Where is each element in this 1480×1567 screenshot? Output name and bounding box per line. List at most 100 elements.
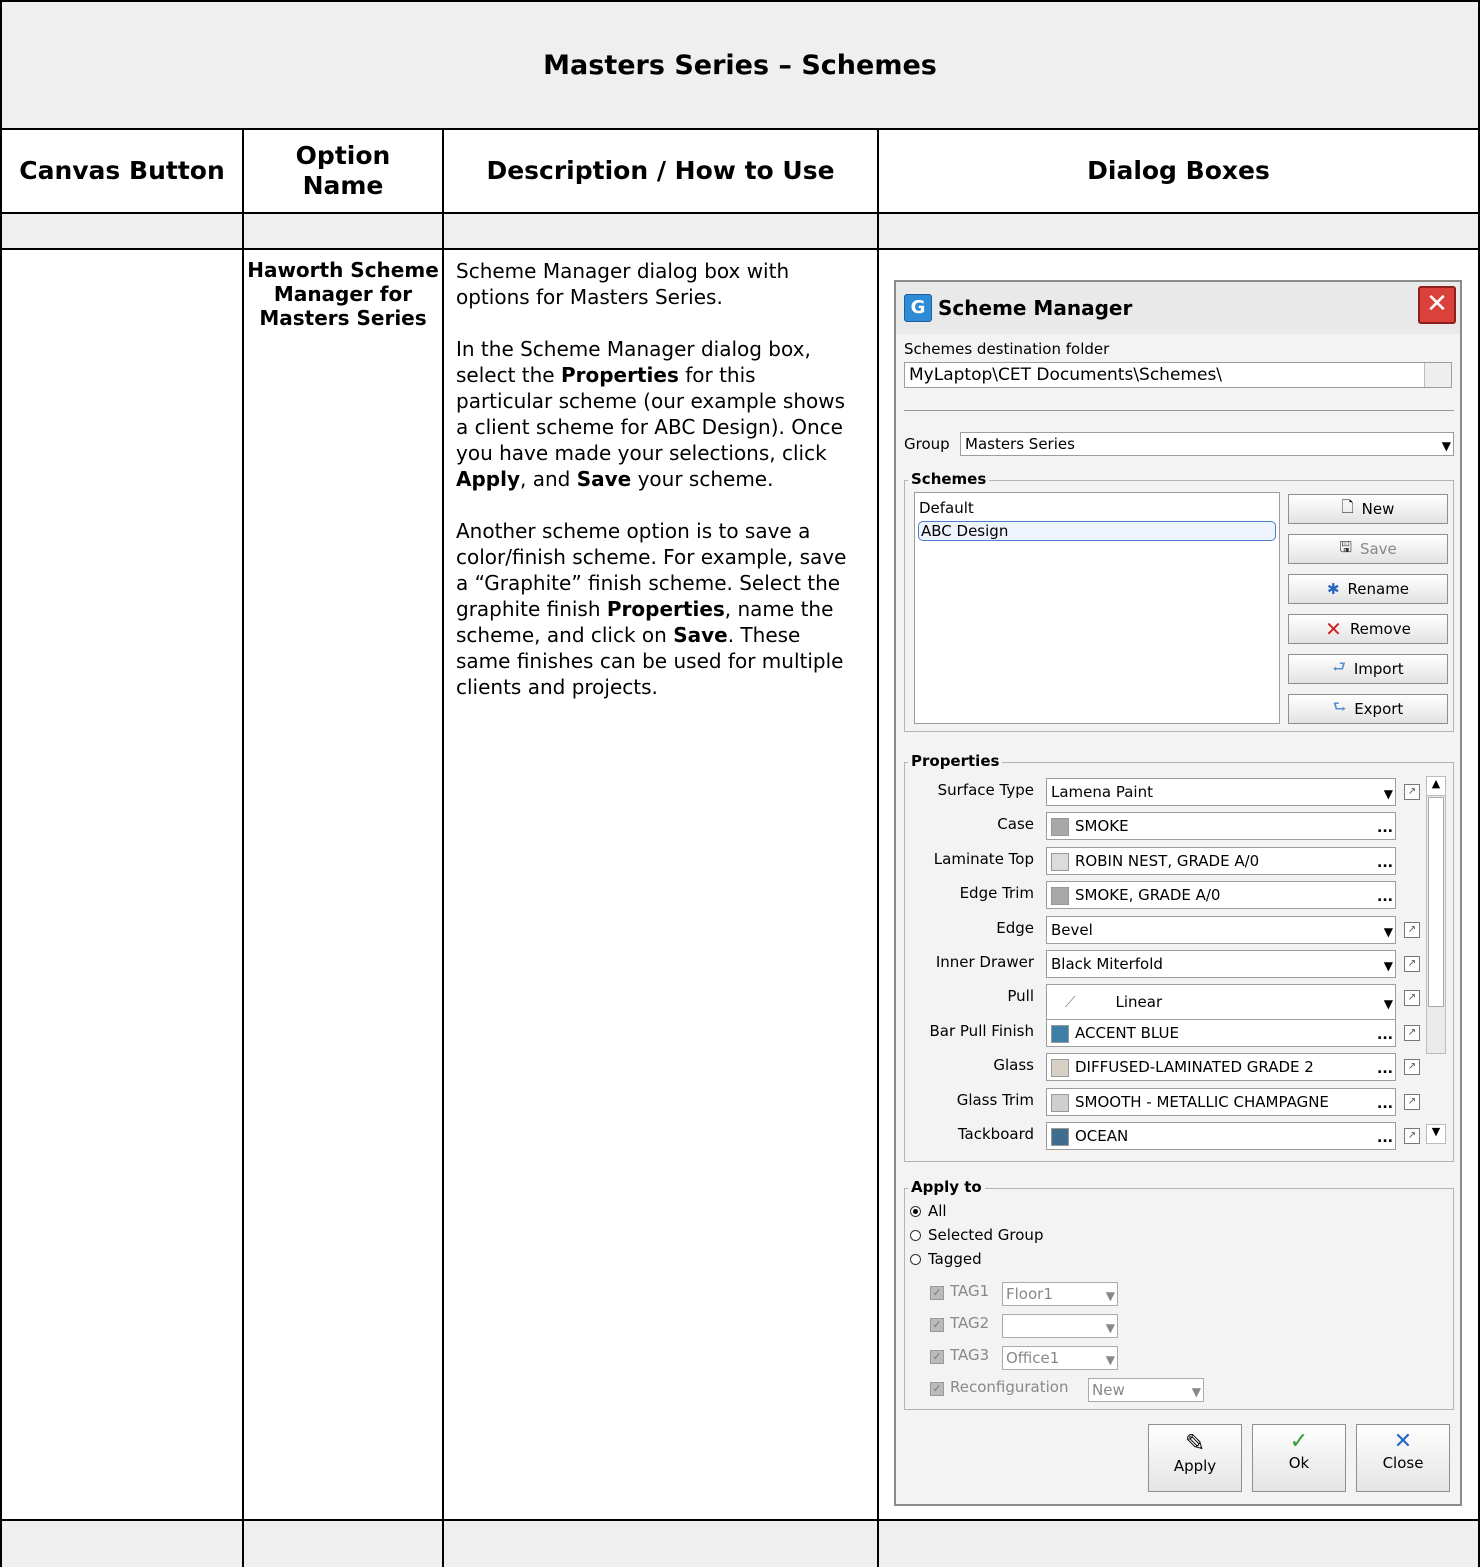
reconfiguration-checkbox[interactable]: ✓: [930, 1382, 944, 1396]
reconfiguration-dropdown[interactable]: New ▼: [1088, 1378, 1204, 1402]
scroll-down-icon[interactable]: ▼: [1426, 1124, 1446, 1144]
header-option-name: Option Name: [295, 141, 391, 200]
lock-toggle-icon[interactable]: ↗: [1404, 1059, 1420, 1075]
save-icon: 🖫: [1339, 537, 1352, 556]
chevron-down-icon: ▼: [1383, 959, 1393, 973]
browse-folder-button[interactable]: [1424, 363, 1451, 387]
property-browse[interactable]: SMOOTH - METALLIC CHAMPAGNE...: [1046, 1088, 1396, 1116]
radio-tagged-label: Tagged: [928, 1250, 982, 1268]
rename-button[interactable]: ✱ Rename: [1288, 574, 1448, 604]
property-label: Edge Trim: [959, 884, 1034, 902]
new-icon: 🗋: [1341, 497, 1354, 516]
close-button[interactable]: ✕ Close: [1356, 1424, 1450, 1492]
browse-icon: ...: [1377, 889, 1393, 905]
scroll-thumb[interactable]: [1428, 797, 1444, 1007]
tag2-dropdown[interactable]: ▼: [1002, 1314, 1118, 1338]
property-dropdown[interactable]: Black Miterfold ▼: [1046, 950, 1396, 978]
radio-all[interactable]: [910, 1206, 921, 1217]
property-value: Lamena Paint: [1051, 783, 1153, 801]
property-label: Pull: [1007, 987, 1034, 1005]
dialog-title: Scheme Manager: [938, 296, 1133, 320]
lock-toggle-icon[interactable]: ↗: [1404, 1025, 1420, 1041]
close-icon[interactable]: ✕: [1418, 286, 1456, 324]
scroll-up-icon[interactable]: ▲: [1427, 777, 1445, 796]
property-label: Surface Type: [937, 781, 1034, 799]
export-button[interactable]: ⮑ Export: [1288, 694, 1448, 724]
lock-toggle-icon[interactable]: ↗: [1404, 990, 1420, 1006]
radio-selected-group-label: Selected Group: [928, 1226, 1044, 1244]
property-value: DIFFUSED-LAMINATED GRADE 2: [1075, 1058, 1314, 1076]
property-browse[interactable]: OCEAN...: [1046, 1122, 1396, 1150]
rename-icon: ✱: [1326, 580, 1340, 598]
chevron-down-icon: ▼: [1383, 925, 1393, 939]
property-value: OCEAN: [1075, 1127, 1129, 1145]
radio-all-label: All: [928, 1202, 947, 1220]
tag1-label: TAG1: [950, 1282, 990, 1300]
border-line: [442, 128, 444, 1567]
border-line: [0, 1519, 1480, 1521]
app-icon: G: [904, 294, 932, 322]
browse-icon: ...: [1377, 820, 1393, 836]
apply-to-legend: Apply to: [908, 1178, 985, 1196]
radio-tagged[interactable]: [910, 1254, 921, 1265]
header-description: Description / How to Use: [486, 156, 835, 185]
remove-button[interactable]: ✕ Remove: [1288, 614, 1448, 644]
color-swatch: [1051, 886, 1069, 905]
chevron-down-icon: ▼: [1105, 1289, 1115, 1303]
tag3-dropdown[interactable]: Office1 ▼: [1002, 1346, 1118, 1370]
group-value: Masters Series: [965, 435, 1075, 453]
color-swatch: [1051, 817, 1069, 836]
dest-folder-label: Schemes destination folder: [904, 340, 1110, 358]
property-dropdown[interactable]: Lamena Paint ▼: [1046, 778, 1396, 806]
color-swatch: [1051, 1058, 1069, 1077]
lock-toggle-icon[interactable]: ↗: [1404, 1128, 1420, 1144]
browse-icon: ...: [1377, 1096, 1393, 1112]
import-button[interactable]: ⮐ Import: [1288, 654, 1448, 684]
property-browse[interactable]: ACCENT BLUE...: [1046, 1019, 1396, 1047]
new-button[interactable]: 🗋 New: [1288, 494, 1448, 524]
properties-scrollbar[interactable]: ▲: [1426, 776, 1446, 1054]
group-dropdown[interactable]: Masters Series ▼: [960, 432, 1454, 456]
property-label: Glass: [993, 1056, 1034, 1074]
apply-button[interactable]: ✎ Apply: [1148, 1424, 1242, 1492]
schemes-list[interactable]: Default ABC Design: [914, 492, 1280, 724]
radio-selected-group[interactable]: [910, 1230, 921, 1241]
border-line: [0, 0, 2, 1567]
header-dialog-boxes: Dialog Boxes: [1087, 156, 1270, 185]
ok-button[interactable]: ✓ Ok: [1252, 1424, 1346, 1492]
close-icon: ✕: [1393, 1429, 1413, 1454]
color-swatch: [1051, 1093, 1069, 1112]
dest-folder-input[interactable]: MyLaptop\CET Documents\Schemes\: [904, 362, 1452, 388]
lock-toggle-icon[interactable]: ↗: [1404, 922, 1420, 938]
property-browse[interactable]: SMOKE...: [1046, 812, 1396, 840]
lock-toggle-icon[interactable]: ↗: [1404, 1094, 1420, 1110]
property-dropdown[interactable]: ⟋ Linear ▼: [1046, 984, 1396, 1020]
tag3-checkbox[interactable]: ✓: [930, 1350, 944, 1364]
tag1-checkbox[interactable]: ✓: [930, 1286, 944, 1300]
tag2-checkbox[interactable]: ✓: [930, 1318, 944, 1332]
tag1-dropdown[interactable]: Floor1 ▼: [1002, 1282, 1118, 1306]
list-item[interactable]: Default: [919, 499, 974, 517]
save-button[interactable]: 🖫 Save: [1288, 534, 1448, 564]
property-browse[interactable]: SMOKE, GRADE A/0...: [1046, 881, 1396, 909]
lock-toggle-icon[interactable]: ↗: [1404, 784, 1420, 800]
list-item[interactable]: ABC Design: [918, 521, 1276, 541]
browse-icon: ...: [1377, 855, 1393, 871]
browse-icon: ...: [1377, 1027, 1393, 1043]
lock-toggle-icon[interactable]: ↗: [1404, 956, 1420, 972]
table-title: Masters Series – Schemes: [543, 49, 937, 81]
property-browse[interactable]: ROBIN NEST, GRADE A/0...: [1046, 847, 1396, 875]
border-line: [0, 212, 1480, 214]
property-value: ACCENT BLUE: [1075, 1024, 1179, 1042]
document-page: Masters Series – Schemes Canvas Button O…: [0, 0, 1480, 1567]
chevron-down-icon: ▼: [1383, 997, 1393, 1011]
properties-legend: Properties: [908, 752, 1003, 770]
property-value: SMOKE: [1075, 817, 1129, 835]
property-value: ROBIN NEST, GRADE A/0: [1075, 852, 1260, 870]
property-browse[interactable]: DIFFUSED-LAMINATED GRADE 2...: [1046, 1053, 1396, 1081]
tag2-label: TAG2: [950, 1314, 990, 1332]
property-value: Linear: [1115, 993, 1163, 1011]
property-label: Tackboard: [957, 1125, 1034, 1143]
property-dropdown[interactable]: Bevel ▼: [1046, 916, 1396, 944]
border-line: [0, 248, 1480, 250]
